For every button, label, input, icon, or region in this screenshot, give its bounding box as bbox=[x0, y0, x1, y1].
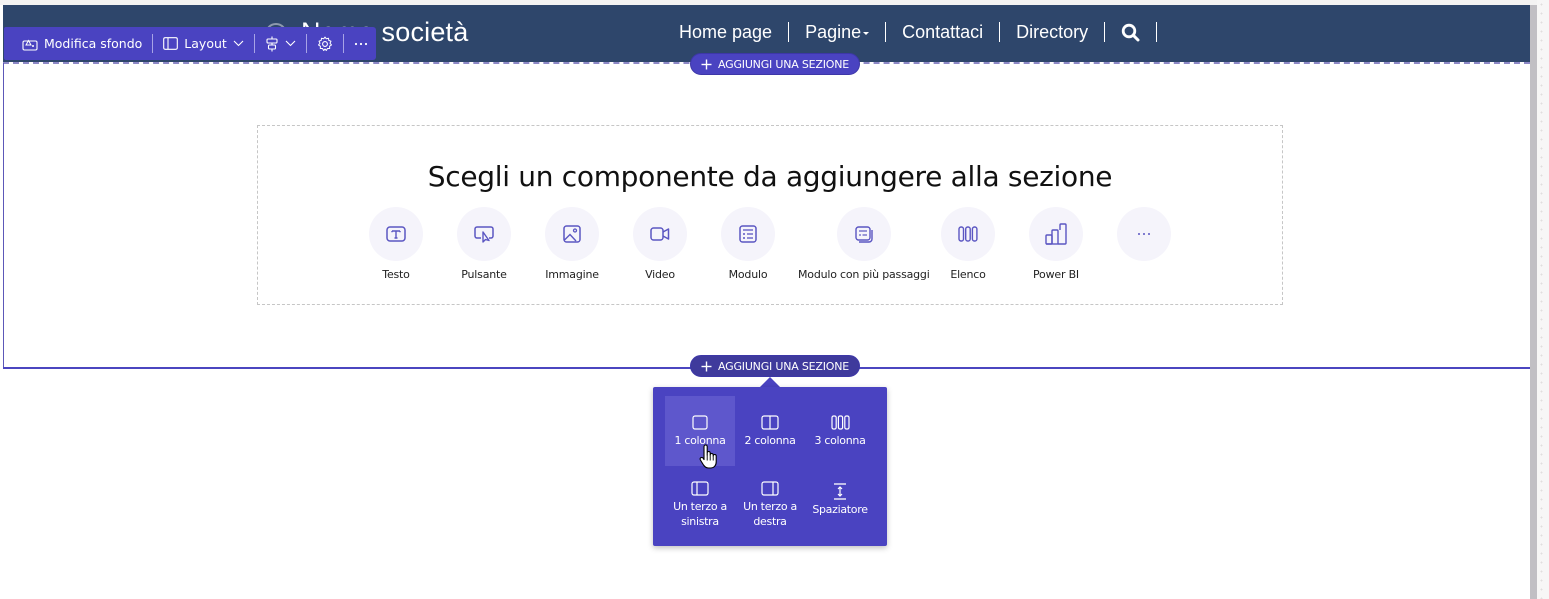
component-label: Testo bbox=[382, 268, 410, 281]
alignment-icon bbox=[266, 36, 278, 51]
edit-background-button[interactable]: Modifica sfondo bbox=[16, 27, 148, 60]
hand-cursor-icon bbox=[699, 444, 717, 469]
search-icon bbox=[1121, 23, 1140, 41]
more-options-button[interactable] bbox=[348, 27, 374, 60]
popup-arrow bbox=[760, 377, 780, 387]
nav-home-page[interactable]: Home page bbox=[663, 19, 788, 45]
section-edit-toolbar: Modifica sfondo Layout bbox=[4, 27, 376, 60]
layout-option-label: Un terzo a bbox=[673, 500, 727, 513]
layout-option-three-column[interactable]: 3 colonna bbox=[805, 396, 875, 466]
layout-option-label: destra bbox=[753, 515, 787, 528]
editor-gutter bbox=[1537, 0, 1549, 599]
one-third-left-icon bbox=[691, 480, 709, 496]
component-power-bi[interactable]: Power BI bbox=[1029, 207, 1083, 281]
layout-dropdown[interactable]: Layout bbox=[157, 27, 250, 60]
layout-label: Layout bbox=[184, 36, 227, 51]
vertical-scrollbar[interactable] bbox=[1530, 5, 1537, 599]
component-circle bbox=[721, 207, 775, 261]
more-icon bbox=[1138, 233, 1150, 235]
page-canvas: Nome società Home page Pagine Contattaci… bbox=[0, 0, 1549, 599]
add-section-label: AGGIUNGI UNA SEZIONE bbox=[718, 359, 850, 373]
component-label: Pulsante bbox=[461, 268, 507, 281]
layout-option-label: 3 colonna bbox=[814, 434, 866, 447]
section-layout-popup: 1 colonna 2 colonna 3 colonna Un terzo a… bbox=[653, 387, 887, 546]
plus-icon bbox=[701, 59, 712, 69]
chevron-down-icon bbox=[233, 40, 244, 47]
nav-divider bbox=[1156, 22, 1158, 42]
nav-label: Pagine bbox=[805, 22, 862, 42]
component-testo[interactable]: Testo bbox=[369, 207, 423, 281]
more-icon bbox=[354, 42, 367, 45]
component-circle bbox=[836, 207, 891, 261]
component-circle bbox=[1117, 207, 1171, 261]
text-icon bbox=[386, 226, 406, 242]
nav-label: Home page bbox=[679, 22, 773, 42]
layout-icon bbox=[163, 37, 179, 50]
chevron-down-icon bbox=[285, 40, 296, 47]
power-bi-icon bbox=[1045, 223, 1067, 245]
nav-label: Contattaci bbox=[902, 22, 984, 42]
alignment-dropdown[interactable] bbox=[259, 27, 302, 60]
edit-background-label: Modifica sfondo bbox=[44, 36, 143, 51]
nav-pagine[interactable]: Pagine bbox=[789, 19, 885, 45]
settings-button[interactable] bbox=[311, 27, 339, 60]
three-column-icon bbox=[830, 414, 850, 430]
component-video[interactable]: Video bbox=[633, 207, 687, 281]
component-circle bbox=[633, 207, 687, 261]
nav-directory[interactable]: Directory bbox=[1000, 19, 1104, 45]
paint-bucket-icon bbox=[22, 38, 38, 51]
add-section-button-bottom[interactable]: AGGIUNGI UNA SEZIONE bbox=[690, 355, 861, 377]
toolbar-divider bbox=[152, 34, 154, 53]
two-column-icon bbox=[761, 414, 779, 430]
video-icon bbox=[650, 227, 670, 241]
list-icon bbox=[958, 226, 978, 242]
layout-option-label: 2 colonna bbox=[744, 434, 796, 447]
component-label: Video bbox=[645, 268, 675, 281]
toolbar-divider bbox=[305, 34, 307, 53]
nav-label: Directory bbox=[1016, 22, 1089, 42]
component-more[interactable] bbox=[1117, 207, 1171, 261]
component-label: Immagine bbox=[545, 268, 599, 281]
component-elenco[interactable]: Elenco bbox=[941, 207, 995, 281]
one-column-icon bbox=[692, 414, 708, 430]
spacer-icon bbox=[834, 482, 846, 500]
add-section-label: AGGIUNGI UNA SEZIONE bbox=[718, 57, 850, 71]
component-circle bbox=[545, 207, 599, 261]
layout-option-label: Un terzo a bbox=[743, 500, 797, 513]
component-circle bbox=[941, 207, 995, 261]
component-label: Power BI bbox=[1033, 268, 1079, 281]
component-picker-title: Scegli un componente da aggiungere alla … bbox=[427, 160, 1113, 193]
search-button[interactable] bbox=[1105, 23, 1156, 42]
multistep-form-icon bbox=[855, 225, 873, 243]
layout-option-two-column[interactable]: 2 colonna bbox=[735, 396, 805, 466]
plus-icon bbox=[701, 361, 712, 371]
component-circle bbox=[1029, 207, 1083, 261]
layout-option-label: sinistra bbox=[681, 515, 719, 528]
component-circle bbox=[369, 207, 423, 261]
component-label: Elenco bbox=[950, 268, 986, 281]
component-immagine[interactable]: Immagine bbox=[545, 207, 599, 281]
component-picker: Scegli un componente da aggiungere alla … bbox=[257, 125, 1283, 305]
toolbar-divider bbox=[253, 34, 255, 53]
component-pulsante[interactable]: Pulsante bbox=[457, 207, 511, 281]
toolbar-divider bbox=[342, 34, 344, 53]
component-modulo[interactable]: Modulo bbox=[721, 207, 775, 281]
add-section-button-top[interactable]: AGGIUNGI UNA SEZIONE bbox=[690, 53, 861, 75]
button-icon bbox=[474, 226, 494, 243]
component-circle bbox=[457, 207, 511, 261]
component-modulo-con-piu-passaggi[interactable]: Modulo con più passaggi bbox=[798, 207, 930, 281]
image-icon bbox=[563, 225, 581, 243]
nav-contattaci[interactable]: Contattaci bbox=[886, 19, 999, 45]
component-label: Modulo con più passaggi bbox=[798, 268, 930, 281]
caret-down-icon bbox=[863, 31, 870, 35]
component-label: Modulo bbox=[728, 268, 768, 281]
layout-option-one-third-left[interactable]: Un terzo a sinistra bbox=[665, 479, 735, 539]
layout-option-label: Spaziatore bbox=[812, 503, 868, 516]
form-icon bbox=[739, 225, 757, 243]
one-third-right-icon bbox=[761, 480, 779, 496]
layout-option-spacer[interactable]: Spaziatore bbox=[805, 479, 875, 539]
main-nav: Home page Pagine Contattaci Directory bbox=[663, 19, 1158, 45]
layout-option-one-third-right[interactable]: Un terzo a destra bbox=[735, 479, 805, 539]
gear-icon bbox=[317, 36, 332, 51]
